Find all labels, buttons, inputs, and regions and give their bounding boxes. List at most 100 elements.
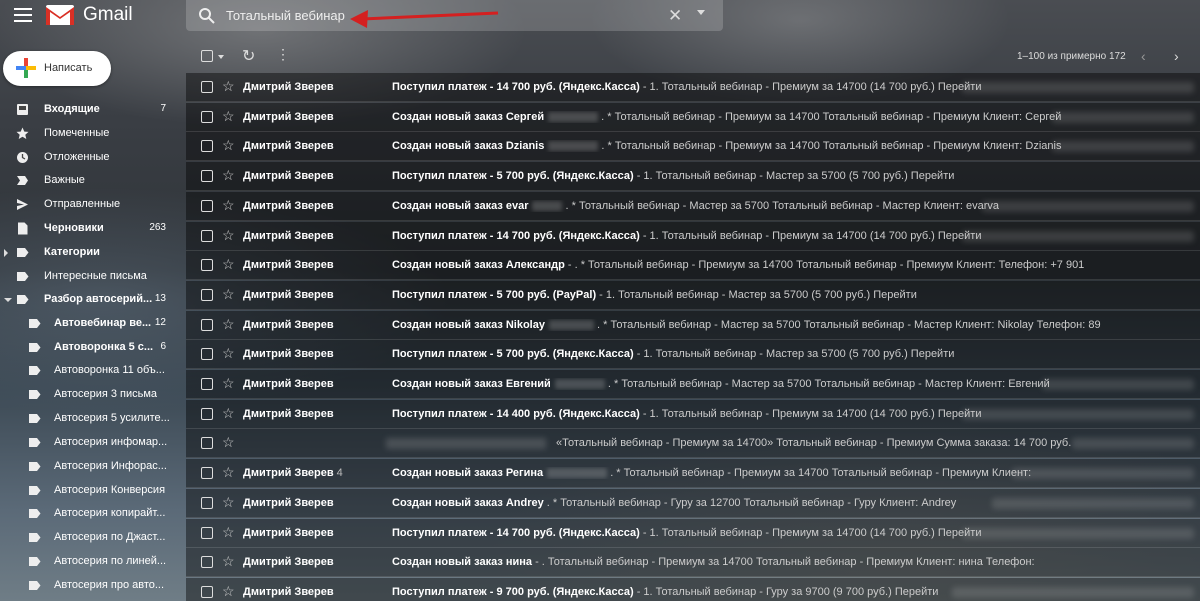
email-subject-line: Поступил платеж - 5 700 руб. (Яндекс.Кас… (392, 348, 1198, 360)
email-select-checkbox[interactable] (201, 556, 213, 569)
sidebar-item[interactable]: Автоворонка 5 с... 6 (0, 337, 172, 359)
email-select-checkbox[interactable] (201, 259, 213, 272)
email-row[interactable]: ☆ Дмитрий Зверев Создан новый заказ Алекса… (186, 251, 1200, 281)
star-toggle-icon[interactable]: ☆ (222, 197, 235, 214)
sidebar-item[interactable]: Автовебинар ве... 12 (0, 313, 172, 335)
sidebar-item[interactable]: Автосерия 3 письма (0, 384, 172, 406)
email-row[interactable]: ☆ Дмитрий Зверев Создан новый заказ Евгени… (186, 370, 1200, 399)
main-menu-button[interactable] (14, 8, 32, 22)
label-icon (29, 438, 41, 447)
email-select-checkbox[interactable] (201, 110, 213, 123)
previous-page-icon[interactable]: ‹ (1141, 48, 1146, 64)
collapse-chevron-icon[interactable] (4, 298, 12, 302)
email-snippet: - 1. Тотальный вебинар - Гуру за 9700 (9… (633, 585, 939, 598)
email-row[interactable]: ☆ Дмитрий Зверев 4 Создан новый заказ Регин… (186, 459, 1200, 489)
email-select-checkbox[interactable] (201, 140, 213, 153)
email-row[interactable]: ☆ «Тотальный вебинар - Премиум за 14700»… (186, 429, 1200, 459)
star-toggle-icon[interactable]: ☆ (222, 286, 235, 303)
star-toggle-icon[interactable]: ☆ (222, 375, 235, 392)
email-subject-line: Создан новый заказ нина - . Тотальный ве… (392, 556, 1198, 568)
email-row[interactable]: ☆ Дмитрий Зверев Поступил платеж - 9 700 р… (186, 577, 1200, 601)
search-input[interactable]: Тотальный вебинар (226, 8, 345, 23)
clear-search-icon[interactable]: ✕ (668, 6, 682, 26)
star-toggle-icon[interactable]: ☆ (222, 227, 235, 244)
sidebar-item[interactable]: Автосерия копирайт... (0, 503, 172, 525)
email-row[interactable]: ☆ Дмитрий Зверев Создан новый заказ Nikola… (186, 310, 1200, 340)
email-select-checkbox[interactable] (201, 496, 213, 509)
label-icon (29, 343, 41, 352)
select-all-checkbox[interactable] (201, 50, 213, 62)
star-toggle-icon[interactable]: ☆ (222, 494, 235, 511)
email-row[interactable]: ☆ Дмитрий Зверев Поступил платеж - 14 700 … (186, 221, 1200, 251)
star-toggle-icon[interactable]: ☆ (222, 583, 235, 600)
email-row[interactable]: ☆ Дмитрий Зверев Создан новый заказ Сергей… (186, 102, 1200, 132)
email-row[interactable]: ☆ Дмитрий Зверев Поступил платеж - 14 400 … (186, 399, 1200, 429)
star-toggle-icon[interactable]: ☆ (222, 108, 235, 125)
search-icon[interactable] (198, 7, 216, 25)
sidebar-item[interactable]: Автосерия по линей... (0, 551, 172, 573)
sender-name: Дмитрий Зверев (243, 585, 334, 598)
email-row[interactable]: ☆ Дмитрий Зверев Поступил платеж - 14 700 … (186, 73, 1200, 102)
sidebar-item[interactable]: Автосерия Инфорас... (0, 456, 172, 478)
email-select-checkbox[interactable] (201, 585, 213, 598)
sender-name: Дмитрий Зверев (243, 348, 334, 361)
next-page-icon[interactable]: › (1174, 48, 1179, 64)
sidebar-item[interactable]: Категории (0, 242, 172, 264)
email-select-checkbox[interactable] (201, 229, 213, 242)
star-toggle-icon[interactable]: ☆ (222, 78, 235, 95)
compose-button[interactable]: Написать (3, 51, 111, 86)
sidebar-item[interactable]: Входящие 7 (0, 99, 172, 121)
redacted-text (548, 319, 594, 330)
email-select-checkbox[interactable] (201, 288, 213, 301)
email-select-checkbox[interactable] (201, 81, 213, 93)
email-row[interactable]: ☆ Дмитрий Зверев Создан новый заказ Andrey… (186, 488, 1200, 518)
email-row[interactable]: ☆ Дмитрий Зверев Создан новый заказ Dziani… (186, 132, 1200, 162)
email-subject: Создан новый заказ Регина (392, 467, 544, 480)
sidebar-item[interactable]: Автосерия инфомар... (0, 432, 172, 454)
select-options-chevron-icon[interactable] (218, 55, 224, 59)
email-select-checkbox[interactable] (201, 318, 213, 331)
sidebar-item[interactable]: Автосерия по Джаст... (0, 527, 172, 549)
email-select-checkbox[interactable] (201, 199, 213, 212)
email-subject: Поступил платеж - 5 700 руб. (PayPal) (392, 288, 597, 301)
search-options-chevron-icon[interactable] (697, 10, 705, 15)
sidebar-item[interactable]: Интересные письма (0, 266, 172, 288)
email-select-checkbox[interactable] (201, 170, 213, 183)
star-toggle-icon[interactable]: ☆ (222, 524, 235, 541)
sidebar-item[interactable]: Автосерия 5 усилите... (0, 408, 172, 430)
email-select-checkbox[interactable] (201, 348, 213, 361)
email-select-checkbox[interactable] (201, 407, 213, 420)
star-toggle-icon[interactable]: ☆ (222, 256, 235, 273)
sidebar-item[interactable]: Разбор автосерий... 13 (0, 289, 172, 311)
sidebar-item[interactable]: Черновики 263 (0, 218, 172, 240)
email-row[interactable]: ☆ Дмитрий Зверев Поступил платеж - 5 700 р… (186, 340, 1200, 370)
sidebar-item[interactable]: Автосерия про авто... (0, 575, 172, 597)
star-toggle-icon[interactable]: ☆ (222, 434, 235, 451)
star-toggle-icon[interactable]: ☆ (222, 345, 235, 362)
email-row[interactable]: ☆ Дмитрий Зверев Поступил платеж - 5 700 р… (186, 162, 1200, 192)
sidebar-item[interactable]: Автоворонка 11 объ... (0, 360, 172, 382)
sidebar-item[interactable]: Отложенные (0, 147, 172, 169)
email-row[interactable]: ☆ Дмитрий Зверев Поступил платеж - 5 700 р… (186, 280, 1200, 310)
gmail-logo[interactable]: Gmail (46, 4, 133, 26)
star-toggle-icon[interactable]: ☆ (222, 316, 235, 333)
refresh-icon[interactable]: ↻ (242, 46, 255, 66)
email-row[interactable]: ☆ Дмитрий Зверев Создан новый заказ нина -… (186, 548, 1200, 578)
more-options-icon[interactable]: ⋮ (276, 46, 290, 63)
email-row[interactable]: ☆ Дмитрий Зверев Поступил платеж - 14 700 … (186, 518, 1200, 548)
star-toggle-icon[interactable]: ☆ (222, 553, 235, 570)
email-row[interactable]: ☆ Дмитрий Зверев Создан новый заказ evar .… (186, 191, 1200, 221)
sidebar-item[interactable]: Автосерия Конверсия (0, 480, 172, 502)
email-select-checkbox[interactable] (201, 526, 213, 539)
sidebar-item[interactable]: Отправленные (0, 194, 172, 216)
email-select-checkbox[interactable] (201, 378, 213, 390)
star-toggle-icon[interactable]: ☆ (222, 137, 235, 154)
star-toggle-icon[interactable]: ☆ (222, 405, 235, 422)
email-select-checkbox[interactable] (201, 437, 213, 450)
expand-chevron-icon[interactable] (4, 249, 8, 257)
sidebar-item[interactable]: Помеченные (0, 123, 172, 145)
sidebar-item[interactable]: Важные (0, 170, 172, 192)
star-toggle-icon[interactable]: ☆ (222, 167, 235, 184)
star-toggle-icon[interactable]: ☆ (222, 464, 235, 481)
email-select-checkbox[interactable] (201, 467, 213, 480)
